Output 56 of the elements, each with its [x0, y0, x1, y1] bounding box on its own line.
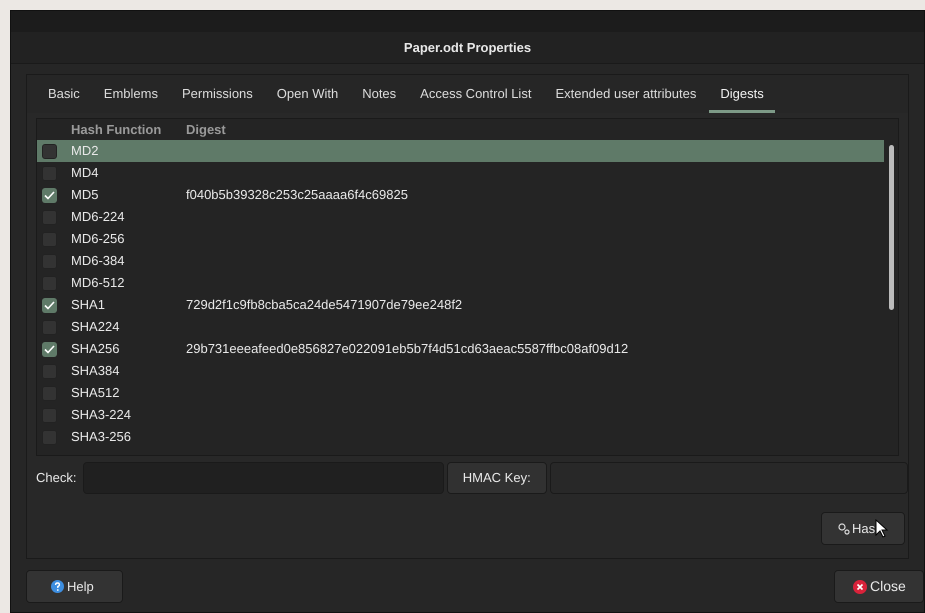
hash-row[interactable]: SHA256 29b731eeeafeed0e856827e022091eb5b7f4d51cd63aeac5587ffbc08af09d12	[37, 338, 884, 360]
hash-function-name: MD4	[71, 164, 100, 182]
hash-row[interactable]: SHA3-224	[37, 404, 884, 426]
hash-row[interactable]: SHA224	[37, 316, 884, 338]
hash-function-name: MD6-512	[71, 274, 126, 292]
hash-function-name: MD2	[71, 142, 100, 160]
key-icon	[838, 522, 850, 534]
tab[interactable]: Digests	[709, 75, 775, 113]
hash-row[interactable]: MD5 f040b5b39328c253c25aaaa6f4c69825	[37, 184, 884, 206]
tab[interactable]: Permissions	[170, 75, 264, 113]
hash-function-name: MD6-256	[71, 230, 126, 248]
hmac-key-label: HMAC Key:	[446, 462, 547, 494]
hash-row[interactable]: MD6-256	[37, 228, 884, 250]
hash-row[interactable]: MD6-224	[37, 206, 884, 228]
checkbox[interactable]	[42, 144, 57, 158]
digest-value: f040b5b39328c253c25aaaa6f4c69825	[186, 186, 408, 204]
hash-function-name: SHA224	[71, 318, 120, 336]
hash-button[interactable]: Has	[821, 512, 905, 545]
window-title: Paper.odt Properties	[404, 38, 532, 57]
check-label: Check:	[36, 469, 76, 488]
hash-function-name: SHA384	[71, 362, 120, 380]
hash-function-name: MD5	[71, 186, 100, 204]
hash-function-name: MD6-224	[71, 208, 126, 226]
help-button[interactable]: Help	[26, 570, 123, 603]
digest-value: 729d2f1c9fb8cba5ca24de5471907de79ee248f2	[186, 296, 462, 314]
tab[interactable]: Basic	[37, 75, 91, 113]
column-header[interactable]: Hash Function	[71, 120, 186, 140]
hash-row[interactable]: MD2	[37, 140, 884, 162]
cursor-icon	[875, 519, 889, 539]
hash-row[interactable]: MD6-512	[37, 272, 884, 294]
close-icon	[853, 580, 867, 594]
hash-function-name: SHA512	[71, 384, 120, 402]
hash-row[interactable]: SHA384	[37, 360, 884, 382]
hash-function-name: SHA3-256	[71, 428, 132, 446]
hash-function-name: SHA1	[71, 296, 106, 314]
close-button[interactable]: Close	[834, 570, 924, 603]
hash-row[interactable]: MD6-384	[37, 250, 884, 272]
scrollbar-thumb[interactable]	[889, 145, 894, 310]
tab[interactable]: Extended user attributes	[544, 75, 708, 113]
digest-value: 29b731eeeafeed0e856827e022091eb5b7f4d51cd63aeac5587ffbc08af09d12	[186, 340, 628, 358]
checkbox[interactable]	[42, 342, 57, 356]
hash-row[interactable]: SHA512	[37, 382, 884, 404]
hash-function-name: MD6-384	[71, 252, 126, 270]
tab[interactable]: Emblems	[92, 75, 169, 113]
checkbox[interactable]	[42, 298, 57, 312]
hash-function-name: SHA256	[71, 340, 120, 358]
tab[interactable]: Access Control List	[409, 75, 542, 113]
hash-row[interactable]: SHA1 729d2f1c9fb8cba5ca24de5471907de79ee248f2	[37, 294, 884, 316]
column-header[interactable]: Digest	[186, 120, 226, 140]
hash-function-name: SHA3-224	[71, 406, 132, 424]
tab[interactable]: Notes	[351, 75, 408, 113]
tab[interactable]: Open With	[266, 75, 350, 113]
help-icon	[51, 580, 64, 593]
checkbox[interactable]	[42, 188, 57, 202]
hash-row[interactable]: SHA3-256	[37, 426, 884, 448]
hash-row[interactable]: MD4	[37, 162, 884, 184]
